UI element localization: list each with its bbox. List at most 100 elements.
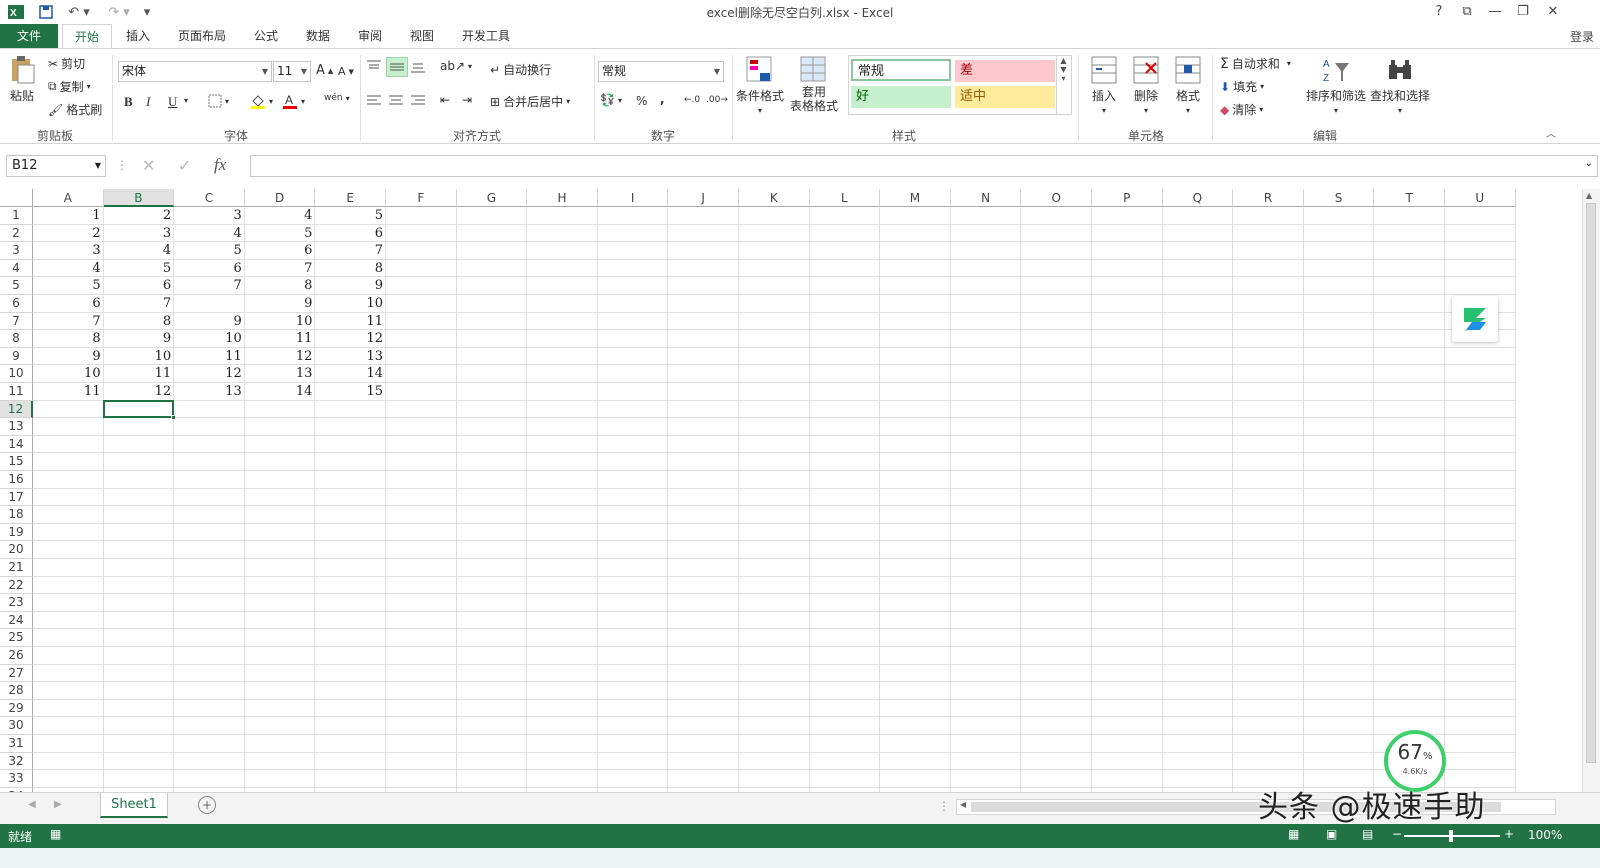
tab-review[interactable]: 审阅 (346, 24, 394, 49)
italic-button[interactable]: I (146, 94, 150, 110)
row-header-8[interactable]: 8 (0, 330, 33, 348)
row-header-26[interactable]: 26 (0, 647, 33, 665)
row-header-3[interactable]: 3 (0, 242, 33, 260)
cell-a2[interactable]: 2 (33, 225, 104, 243)
column-header-j[interactable]: J (668, 189, 739, 207)
align-top-button[interactable] (366, 59, 382, 73)
cell-d7[interactable]: 10 (245, 313, 316, 331)
style-normal[interactable]: 常规 (851, 59, 951, 81)
sheet-tab-sheet1[interactable]: Sheet1 (100, 793, 168, 818)
fill-handle[interactable] (171, 415, 177, 421)
delete-cells-button[interactable]: 删除 ▾ (1132, 55, 1160, 115)
conditional-format-button[interactable]: 条件格式 ▾ (736, 55, 784, 115)
cell-b4[interactable]: 5 (104, 260, 175, 278)
scroll-left-icon[interactable]: ◀ (960, 800, 966, 809)
cell-e4[interactable]: 8 (315, 260, 386, 278)
style-bad[interactable]: 差 (955, 60, 1055, 82)
row-header-21[interactable]: 21 (0, 559, 33, 577)
add-sheet-icon[interactable]: + (198, 796, 216, 814)
minimize-button[interactable]: — (1482, 2, 1508, 22)
cell-a10[interactable]: 10 (33, 365, 104, 383)
column-header-i[interactable]: I (597, 189, 669, 207)
normal-view-icon[interactable]: ▦ (1288, 827, 1299, 841)
select-all-corner[interactable] (0, 189, 33, 207)
row-header-10[interactable]: 10 (0, 365, 33, 383)
format-cells-button[interactable]: 格式 ▾ (1174, 55, 1202, 115)
worksheet-grid[interactable]: A B C D E F G H I J K L M N O P Q R S T U 1 2 3 4 5 6 7 8 9 10 11 12 13 14… (0, 189, 1582, 809)
row-header-15[interactable]: 15 (0, 453, 33, 471)
increase-decimal-button[interactable]: ←.0 (684, 95, 700, 105)
cell-c4[interactable]: 6 (174, 260, 245, 278)
column-header-o[interactable]: O (1021, 189, 1092, 207)
cell-d6[interactable]: 9 (245, 295, 316, 313)
row-header-23[interactable]: 23 (0, 594, 33, 612)
row-header-14[interactable]: 14 (0, 435, 33, 454)
style-good[interactable]: 好 (851, 86, 951, 108)
column-header-d[interactable]: D (244, 189, 316, 207)
find-select-button[interactable]: 查找和选择 ▾ (1370, 55, 1430, 115)
cell-b7[interactable]: 8 (104, 313, 175, 331)
fill-color-button[interactable]: ▾ (250, 93, 273, 109)
row-header-1[interactable]: 1 (0, 207, 33, 225)
login-link[interactable]: 登录 (1570, 28, 1594, 45)
tab-page-layout[interactable]: 页面布局 (166, 24, 238, 49)
cell-b11[interactable]: 12 (104, 383, 175, 401)
accounting-format-button[interactable]: 💱 ▾ (600, 93, 622, 107)
name-box[interactable]: B12 ▼ (6, 155, 106, 177)
row-header-7[interactable]: 7 (0, 312, 33, 331)
cell-c1[interactable]: 3 (174, 207, 245, 225)
bold-button[interactable]: B (124, 94, 133, 110)
merge-center-button[interactable]: ⊞ 合并后居中 ▾ (490, 93, 570, 110)
row-header-5[interactable]: 5 (0, 277, 33, 295)
tab-data[interactable]: 数据 (294, 24, 342, 49)
format-as-table-button[interactable]: 套用 表格格式 (790, 55, 838, 113)
cell-e1[interactable]: 5 (315, 207, 386, 225)
autosum-button[interactable]: Σ 自动求和 ▾ (1220, 55, 1291, 72)
help-button[interactable]: ? (1426, 2, 1452, 22)
page-layout-view-icon[interactable]: ▣ (1326, 827, 1337, 841)
row-header-28[interactable]: 28 (0, 682, 33, 700)
column-header-p[interactable]: P (1092, 189, 1163, 207)
row-header-18[interactable]: 18 (0, 506, 33, 524)
format-painter-button[interactable]: 🖌 格式刷 (48, 101, 102, 118)
expand-formula-icon[interactable]: ⌄ (1585, 158, 1593, 169)
row-header-16[interactable]: 16 (0, 471, 33, 489)
underline-dropdown-icon[interactable]: ▾ (184, 96, 188, 105)
cell-c9[interactable]: 11 (174, 348, 245, 366)
cell-b9[interactable]: 10 (104, 348, 175, 366)
cancel-icon[interactable]: ✕ (142, 156, 155, 175)
tab-home[interactable]: 开始 (62, 24, 113, 50)
column-header-k[interactable]: K (739, 189, 810, 207)
cell-e5[interactable]: 9 (315, 277, 386, 295)
cell-c7[interactable]: 9 (174, 313, 245, 331)
cell-e7[interactable]: 11 (315, 313, 386, 331)
cell-c6[interactable] (174, 295, 245, 313)
next-sheet-icon[interactable]: ▶ (54, 799, 62, 810)
cell-e2[interactable]: 6 (315, 225, 386, 243)
row-header-19[interactable]: 19 (0, 523, 33, 542)
clear-button[interactable]: ◆ 清除 ▾ (1220, 101, 1263, 118)
tab-insert[interactable]: 插入 (114, 24, 162, 49)
cell-d8[interactable]: 11 (245, 330, 316, 348)
cell-e9[interactable]: 13 (315, 348, 386, 366)
macro-record-icon[interactable]: ▦ (50, 827, 61, 841)
font-name-select[interactable]: 宋体 ▼ (118, 61, 272, 82)
tab-formulas[interactable]: 公式 (242, 24, 290, 49)
cell-b3[interactable]: 4 (104, 242, 175, 260)
comma-button[interactable]: , (660, 92, 665, 106)
wrap-text-button[interactable]: ↵ 自动换行 (490, 61, 551, 78)
scroll-thumb[interactable] (1586, 203, 1596, 763)
row-header-11[interactable]: 11 (0, 383, 33, 401)
cell-c10[interactable]: 12 (174, 365, 245, 383)
cut-button[interactable]: ✂ 剪切 (48, 55, 85, 72)
style-neutral[interactable]: 适中 (955, 86, 1055, 108)
cell-c11[interactable]: 13 (174, 383, 245, 401)
align-right-button[interactable] (410, 93, 426, 107)
percent-button[interactable]: % (636, 94, 647, 108)
cell-b1[interactable]: 2 (104, 207, 175, 225)
sort-filter-button[interactable]: AZ 排序和筛选 ▾ (1306, 55, 1366, 115)
column-header-h[interactable]: H (527, 189, 598, 207)
font-color-button[interactable]: A ▾ (282, 93, 305, 109)
cell-a3[interactable]: 3 (33, 242, 104, 260)
row-header-27[interactable]: 27 (0, 664, 33, 683)
